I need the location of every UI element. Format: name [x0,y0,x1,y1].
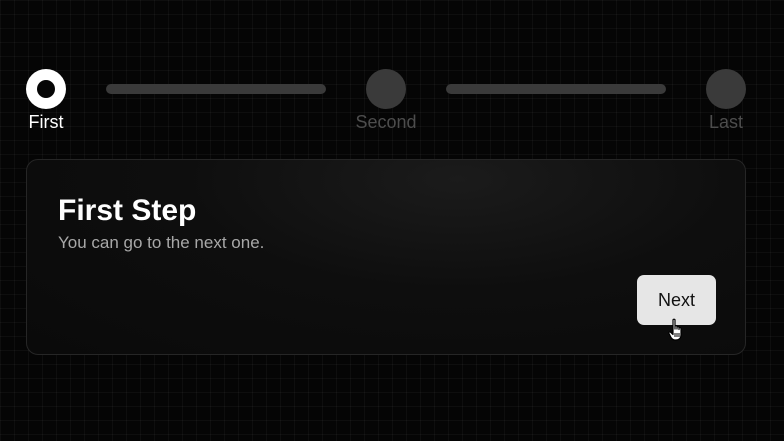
card-title: First Step [58,194,197,227]
step-connector-1 [106,84,326,94]
hand-pointer-icon [668,318,686,342]
card-subtitle: You can go to the next one. [58,233,265,252]
step-last-indicator[interactable] [706,69,746,109]
step-connector-2 [446,84,666,94]
step-second-label: Second [355,112,417,132]
step-last-label: Last [708,112,744,132]
step-active-dot [37,80,55,98]
step-card: First Step You can go to the next one. N… [26,159,746,355]
step-second-indicator[interactable] [366,69,406,109]
stepper: First Second Last [0,0,784,140]
step-first-indicator[interactable] [26,69,66,109]
step-first-label: First [28,112,64,132]
